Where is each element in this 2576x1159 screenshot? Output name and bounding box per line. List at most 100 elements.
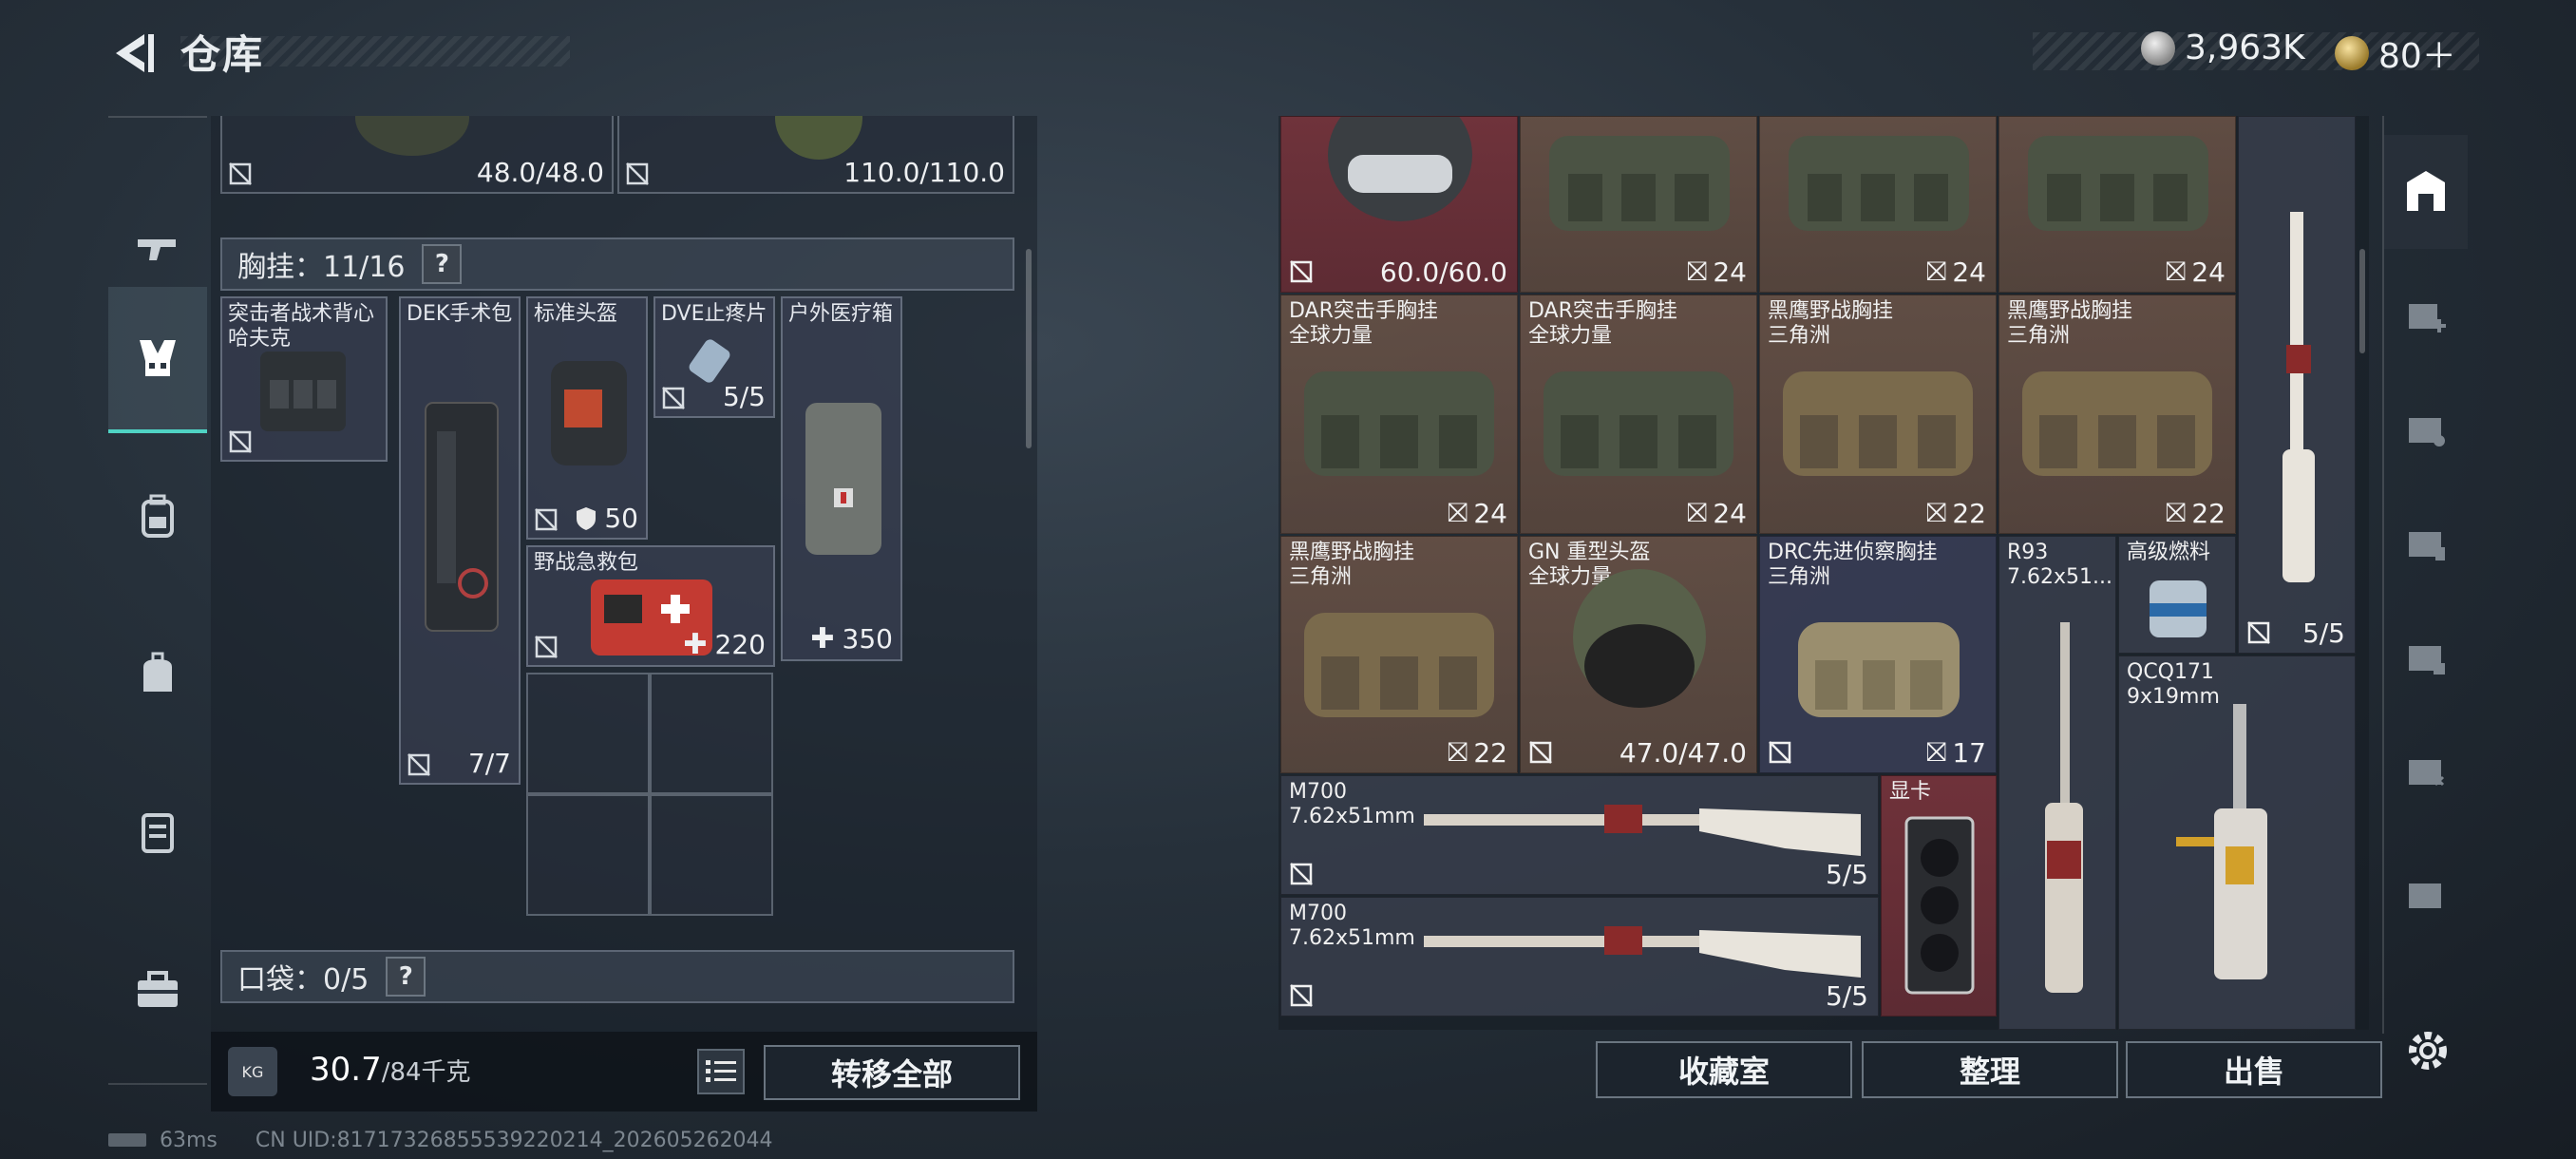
chest-rig-icon bbox=[140, 340, 176, 376]
no-insure-icon bbox=[1529, 741, 1552, 764]
stash-icon bbox=[2407, 171, 2445, 211]
item-standard-helmet[interactable]: 标准头盔 50 bbox=[526, 296, 648, 540]
item-dek-surgery-kit[interactable]: DEK手术包 7/7 bbox=[399, 296, 521, 785]
case-icon bbox=[142, 813, 174, 853]
collection-room-button[interactable]: 收藏室 bbox=[1596, 1041, 1852, 1098]
rail-extend-stash-0[interactable] bbox=[2384, 838, 2468, 952]
item-durability: 60.0/60.0 bbox=[1379, 256, 1507, 288]
item-assault-vest[interactable]: 突击者战术背心 哈夫克 bbox=[220, 296, 388, 462]
rail-case[interactable] bbox=[108, 760, 207, 902]
right-scrollbar[interactable] bbox=[2359, 249, 2365, 353]
item-rifle-tall[interactable]: 5/5 bbox=[2238, 116, 2356, 654]
item-chest-rig[interactable]: ⛝ 24 bbox=[1998, 116, 2236, 293]
rail-extend-stash-add[interactable] bbox=[2384, 258, 2468, 372]
item-ammo: 5/5 bbox=[1825, 859, 1868, 890]
item-slot-armor-partial[interactable]: 110.0/110.0 bbox=[617, 116, 1014, 194]
rail-toolbox[interactable] bbox=[108, 918, 207, 1060]
chest-rig-icon bbox=[2022, 371, 2212, 476]
item-blackhawk-chest-rig[interactable]: 黑鹰野战胸挂 三角洲 ⛝ 22 bbox=[1998, 294, 2236, 534]
currency-premium[interactable]: 80＋ bbox=[2335, 28, 2456, 78]
add-storage-icon bbox=[2409, 304, 2446, 332]
item-dve-painkiller[interactable]: DVE止疼片 5/5 bbox=[653, 296, 775, 418]
medkit-icon bbox=[805, 403, 881, 555]
item-m700-rifle[interactable]: M700 7.62x51mm 5/5 bbox=[1280, 897, 1879, 1016]
no-insure-icon bbox=[229, 430, 252, 453]
rail-extend-stash-2[interactable] bbox=[2384, 600, 2468, 714]
transfer-all-button[interactable]: 转移全部 bbox=[764, 1045, 1020, 1100]
no-insure-icon bbox=[535, 636, 558, 658]
item-m700-rifle[interactable]: M700 7.62x51mm 5/5 bbox=[1280, 775, 1879, 895]
smg-icon bbox=[2176, 704, 2267, 979]
empty-slot[interactable] bbox=[650, 673, 773, 794]
toolbox-icon bbox=[138, 971, 178, 1007]
no-insure-icon bbox=[662, 387, 685, 409]
no-insure-icon bbox=[535, 508, 558, 531]
item-name: DEK手术包 bbox=[407, 302, 513, 326]
item-heal-value: ✚ 350 bbox=[810, 622, 893, 656]
item-ammo: 5/5 bbox=[1825, 980, 1868, 1012]
help-button[interactable]: ? bbox=[386, 957, 426, 997]
empty-slot[interactable] bbox=[526, 673, 650, 794]
item-name: 标准头盔 bbox=[534, 302, 618, 326]
item-dar-chest-rig[interactable]: DAR突击手胸挂 全球力量 ⛝ 24 bbox=[1520, 294, 1757, 534]
left-scrollbar[interactable] bbox=[1026, 249, 1032, 448]
item-outdoor-medkit[interactable]: 户外医疗箱 ✚ 350 bbox=[781, 296, 902, 661]
storage-box-icon bbox=[2409, 646, 2445, 674]
helmet-icon bbox=[355, 116, 469, 156]
item-capacity: ⛝ 24 bbox=[2166, 256, 2226, 288]
item-helmet-red[interactable]: 60.0/60.0 bbox=[1280, 116, 1518, 293]
rail-extend-stash-1[interactable] bbox=[2384, 714, 2468, 828]
helmet-icon bbox=[1328, 117, 1472, 221]
item-capacity: ⛝ 24 bbox=[1926, 256, 1986, 288]
item-graphics-card[interactable]: 显卡 bbox=[1881, 775, 1997, 1016]
capacity-icon: ⛝ bbox=[1448, 736, 1468, 768]
empty-slot[interactable] bbox=[526, 794, 650, 916]
sort-button[interactable]: 整理 bbox=[1862, 1041, 2118, 1098]
fuel-can-icon bbox=[2150, 580, 2207, 637]
item-dar-chest-rig[interactable]: DAR突击手胸挂 全球力量 ⛝ 24 bbox=[1280, 294, 1518, 534]
item-name: DAR突击手胸挂 全球力量 bbox=[1528, 299, 1677, 348]
chest-rig-icon bbox=[1549, 136, 1730, 231]
chest-rig-icon bbox=[1783, 371, 1973, 476]
settings-gear-icon[interactable] bbox=[2401, 1024, 2454, 1077]
rail-bag[interactable] bbox=[108, 602, 207, 745]
list-view-button[interactable] bbox=[697, 1049, 745, 1094]
capacity-icon: ⛝ bbox=[1448, 497, 1468, 528]
item-blackhawk-chest-rig[interactable]: 黑鹰野战胸挂 三角洲 ⛝ 22 bbox=[1759, 294, 1997, 534]
rifle-icon bbox=[1424, 805, 1861, 856]
item-capacity: ⛝ 24 bbox=[1448, 497, 1507, 529]
item-gn-heavy-helmet[interactable]: GN 重型头盔 全球力量 47.0/47.0 bbox=[1520, 536, 1757, 773]
item-name: 黑鹰野战胸挂 三角洲 bbox=[2007, 299, 2133, 348]
item-name: 户外医疗箱 bbox=[788, 302, 894, 326]
item-chest-rig[interactable]: ⛝ 24 bbox=[1759, 116, 1997, 293]
rail-backpack[interactable] bbox=[108, 445, 207, 587]
capacity-icon: ⛝ bbox=[1926, 256, 1947, 287]
weight-icon: KG bbox=[228, 1047, 277, 1096]
currency-coins[interactable]: 3,963K bbox=[2141, 28, 2305, 67]
help-button[interactable]: ? bbox=[422, 244, 463, 284]
heal-plus-icon: ✚ bbox=[810, 622, 835, 656]
item-blackhawk-chest-rig[interactable]: 黑鹰野战胸挂 三角洲 ⛝ 22 bbox=[1280, 536, 1518, 773]
item-slot-helmet-partial[interactable]: 48.0/48.0 bbox=[220, 116, 614, 194]
item-uses: 5/5 bbox=[722, 381, 766, 412]
empty-slot[interactable] bbox=[650, 794, 773, 916]
item-chest-rig[interactable]: ⛝ 24 bbox=[1520, 116, 1757, 293]
item-name: M700 7.62x51mm bbox=[1289, 902, 1415, 950]
item-drc-recon-chest-rig[interactable]: DRC先进侦察胸挂 三角洲 ⛝ 17 bbox=[1759, 536, 1997, 773]
rail-extend-stash-4[interactable] bbox=[2384, 372, 2468, 486]
premium-coin-icon bbox=[2335, 36, 2369, 70]
item-r93-rifle[interactable]: R93 7.62x51... bbox=[1998, 536, 2116, 1030]
item-premium-fuel[interactable]: 高级燃料 bbox=[2118, 536, 2236, 654]
rail-chest-rig[interactable] bbox=[108, 287, 207, 433]
no-insure-icon bbox=[1290, 863, 1313, 885]
rail-main-stash[interactable] bbox=[2384, 135, 2468, 249]
capacity-icon: ⛝ bbox=[1687, 497, 1708, 528]
back-arrow-icon bbox=[116, 34, 154, 72]
rail-extend-stash-3[interactable] bbox=[2384, 486, 2468, 600]
item-qcq171-smg[interactable]: QCQ171 9x19mm bbox=[2118, 656, 2356, 1030]
premium-amount: 80＋ bbox=[2378, 37, 2456, 76]
item-field-first-aid[interactable]: 野战急救包 ✚ 220 bbox=[526, 545, 775, 667]
back-button[interactable] bbox=[103, 27, 160, 80]
sell-button[interactable]: 出售 bbox=[2126, 1041, 2382, 1098]
item-name: DRC先进侦察胸挂 三角洲 bbox=[1768, 541, 1938, 589]
